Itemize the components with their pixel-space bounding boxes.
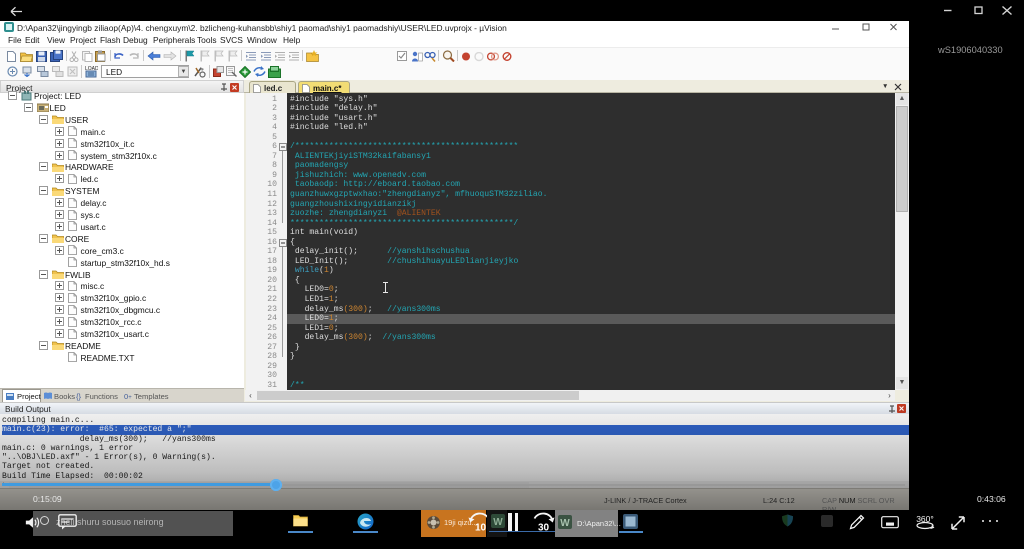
svg-text:W: W	[493, 517, 503, 528]
svg-text:W: W	[560, 518, 570, 529]
svg-text:30: 30	[538, 523, 550, 534]
svg-text:10: 10	[475, 523, 487, 534]
